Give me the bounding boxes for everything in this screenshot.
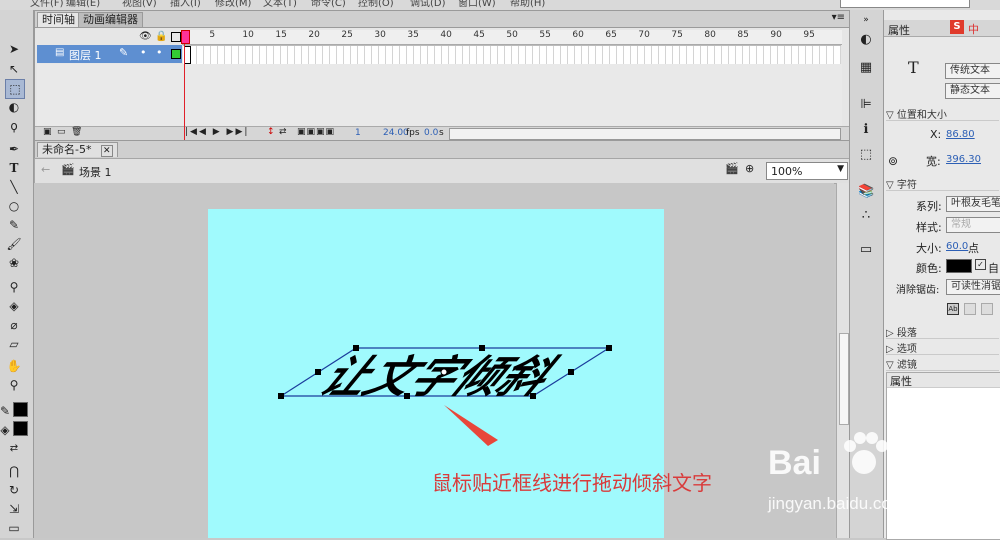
auto-kern-label: 自 [988,262,999,275]
library-icon[interactable]: 📚 [858,184,874,200]
ime-logo-icon: S [950,20,964,34]
handle-top-right [606,345,612,351]
motion-presets-icon[interactable]: ▭ [858,242,874,258]
auto-kern-checkbox[interactable]: ✓ [975,259,986,270]
filters-header: 属性 [887,373,1000,388]
border-toggle-icon[interactable] [981,303,993,315]
watermark-brand: Bai [768,444,821,482]
handle-top-left [353,345,359,351]
handle-bottom-mid [404,393,410,399]
annotation-text: 鼠标贴近框线进行拖动倾斜文字 [432,471,712,495]
section-position[interactable]: ▽ 位置和大小 [886,106,999,121]
html-render-toggle-icon[interactable] [964,303,976,315]
selectable-toggle-icon[interactable]: Ab [947,303,959,315]
family-label: 系列: [916,200,942,213]
color-panel-icon[interactable]: ◐ [858,32,874,48]
canvas-text[interactable]: 让文字倾斜 [310,351,565,403]
text-color-swatch[interactable] [946,259,972,273]
components-icon[interactable]: ∴ [858,208,874,224]
color-label: 颜色: [916,262,942,275]
x-value[interactable]: 86.80 [946,129,975,140]
tab-properties[interactable]: 属性 [888,22,910,38]
watermark-url: jingyan.baidu.com [768,494,906,513]
antialias-label: 消除锯齿: [896,285,940,296]
info-icon[interactable]: ℹ [858,122,874,138]
section-filters[interactable]: ▽ 滤镜 [886,356,999,371]
x-label: X: [930,128,942,141]
text-engine-select[interactable]: 传统文本 [945,63,1000,79]
size-unit: 点 [968,242,979,255]
transform-center-point[interactable] [440,368,448,376]
section-paragraph[interactable]: ▷ 段落 [886,324,999,339]
antialias-select[interactable]: 可读性消锯 [946,279,1000,295]
watermark: Bai 经验 jingyan.baidu.com [760,430,1000,530]
width-value[interactable]: 396.30 [946,154,981,165]
handle-bottom-right [530,393,536,399]
handle-bottom-left [278,393,284,399]
font-style-select[interactable]: 常规 [946,217,1000,233]
paw-logo-icon [844,432,888,474]
properties-tabbar: 属性 S 中 [884,20,1000,37]
align-icon[interactable]: ⊫ [858,97,874,113]
section-character[interactable]: ▽ 字符 [886,176,999,191]
font-family-select[interactable]: 叶根友毛笔 [946,196,1000,212]
ime-label[interactable]: 中 [968,21,979,37]
size-label: 大小: [916,242,942,255]
text-type-select[interactable]: 静态文本 [945,83,1000,99]
size-value[interactable]: 60.0 [946,241,968,252]
watermark-brand-cn: 经验 [892,460,940,488]
collapse-icon[interactable]: » [858,12,874,28]
section-options[interactable]: ▷ 选项 [886,340,999,355]
link-icon[interactable]: ⊚ [888,154,898,168]
text-type-glyph: T [908,58,919,77]
handle-right-mid [568,369,574,375]
transform-icon[interactable]: ⬚ [858,147,874,163]
annotation-arrow [444,405,498,446]
handle-left-mid [315,369,321,375]
width-label: 宽: [926,155,941,168]
swatches-icon[interactable]: ▦ [858,60,874,76]
style-label: 样式: [916,221,942,234]
handle-top-mid [479,345,485,351]
